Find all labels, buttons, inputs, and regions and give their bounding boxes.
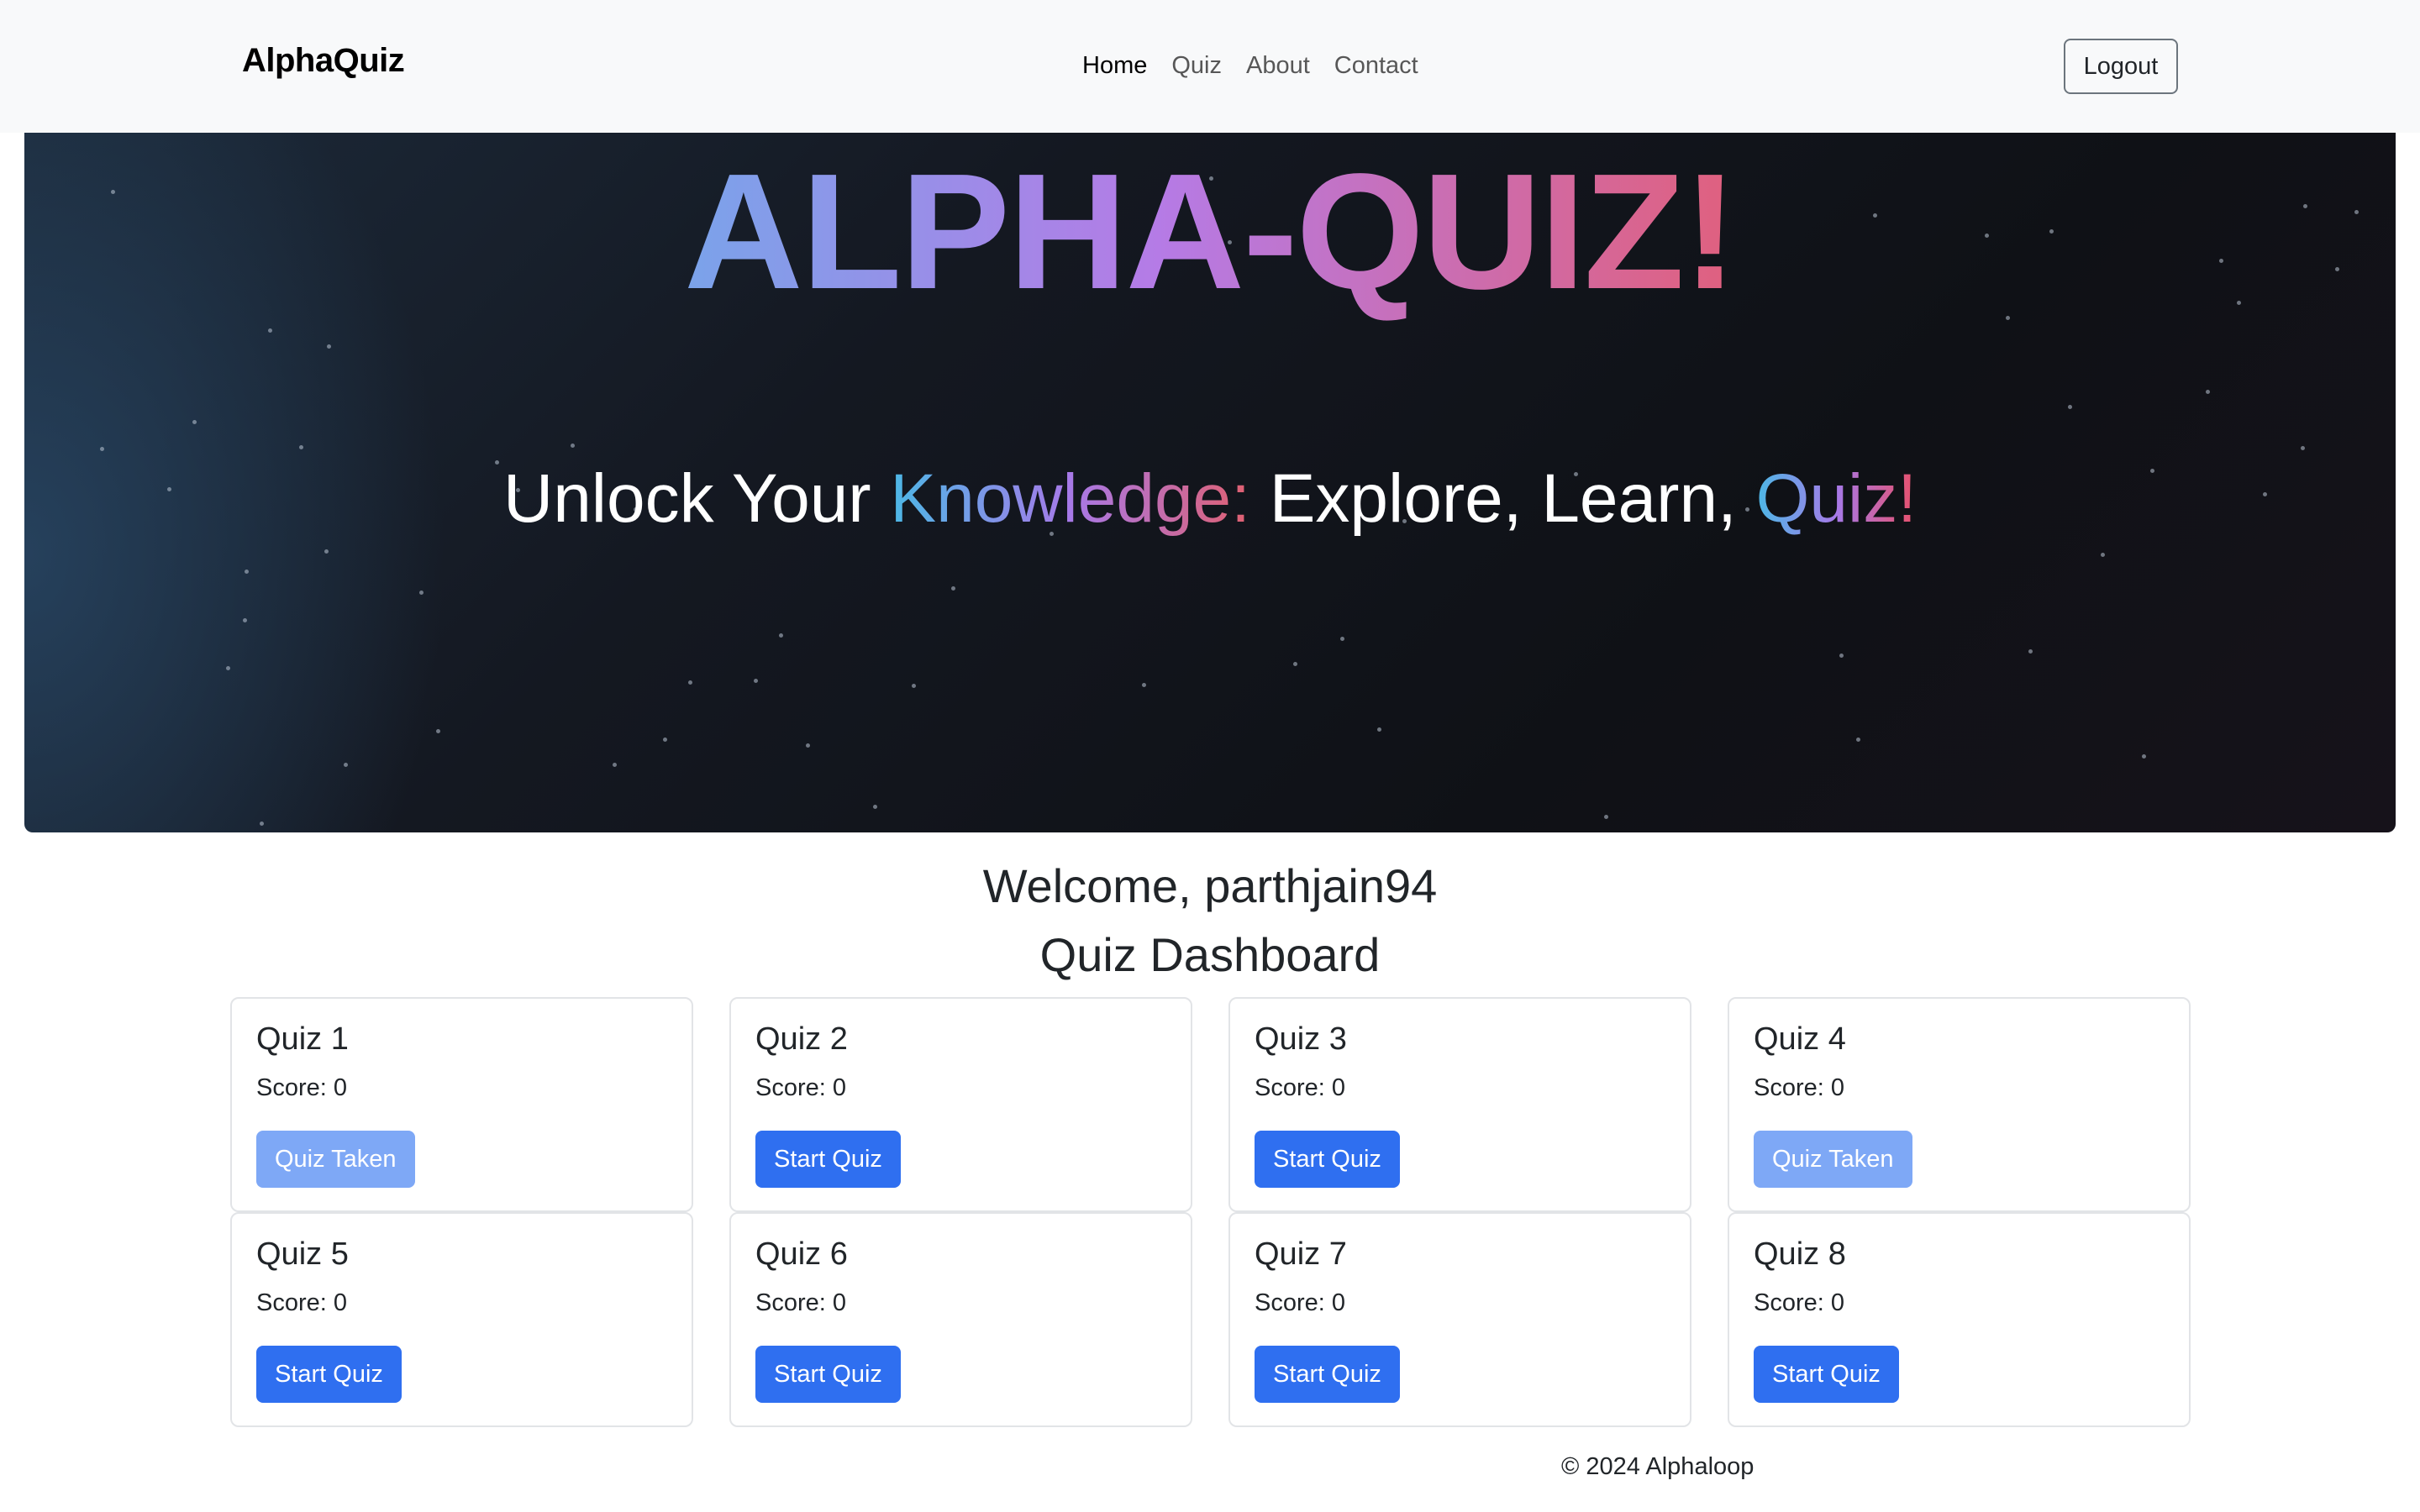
star-dot (1604, 815, 1608, 819)
quiz-card-title: Quiz 5 (256, 1236, 349, 1272)
star-dot (912, 684, 916, 688)
star-dot (2206, 390, 2210, 394)
quiz-card: Quiz 8 Score: 0 Start Quiz (1728, 1212, 2191, 1427)
nav-link-quiz[interactable]: Quiz (1171, 52, 1222, 80)
quiz-card: Quiz 3 Score: 0 Start Quiz (1228, 997, 1691, 1212)
start-quiz-button[interactable]: Start Quiz (1754, 1346, 1899, 1403)
star-dot (1377, 727, 1381, 732)
star-dot (2101, 553, 2105, 557)
quiz-card-score: Score: 0 (1255, 1289, 1345, 1316)
star-dot (873, 805, 877, 809)
quiz-card-score: Score: 0 (256, 1289, 347, 1316)
hero-banner: ALPHA-QUIZ! Unlock Your Knowledge: Explo… (24, 133, 2396, 832)
start-quiz-button[interactable]: Start Quiz (1255, 1131, 1400, 1188)
hero-title: ALPHA-QUIZ! (24, 141, 2396, 323)
start-quiz-button[interactable]: Start Quiz (755, 1346, 901, 1403)
nav-link-contact[interactable]: Contact (1334, 52, 1418, 80)
star-dot (951, 586, 955, 591)
star-dot (344, 763, 348, 767)
star-dot (754, 679, 758, 683)
star-dot (436, 729, 440, 733)
welcome-heading: Welcome, parthjain94 (982, 859, 1438, 912)
nav-link-about[interactable]: About (1246, 52, 1310, 80)
star-dot (2068, 405, 2072, 409)
star-dot (1142, 683, 1146, 687)
footer-copyright: © 2024 Alphaloop (1561, 1453, 1754, 1480)
quiz-taken-button[interactable]: Quiz Taken (256, 1131, 415, 1188)
star-dot (1839, 654, 1844, 658)
quiz-card-title: Quiz 3 (1255, 1021, 1347, 1057)
star-dot (2028, 649, 2033, 654)
star-dot (613, 763, 617, 767)
quiz-card-title: Quiz 2 (755, 1021, 848, 1057)
quiz-card: Quiz 6 Score: 0 Start Quiz (729, 1212, 1192, 1427)
quiz-card-score: Score: 0 (755, 1074, 846, 1101)
quiz-card: Quiz 2 Score: 0 Start Quiz (729, 997, 1192, 1212)
dashboard-title: Quiz Dashboard (1039, 928, 1381, 981)
quiz-card-score: Score: 0 (256, 1074, 347, 1101)
quiz-card-score: Score: 0 (1754, 1289, 1844, 1316)
star-dot (419, 591, 424, 595)
start-quiz-button[interactable]: Start Quiz (755, 1131, 901, 1188)
navbar: AlphaQuiz Home Quiz About Contact Logout (0, 0, 2420, 133)
start-quiz-button[interactable]: Start Quiz (1255, 1346, 1400, 1403)
star-dot (243, 618, 247, 622)
quiz-card-title: Quiz 1 (256, 1021, 349, 1057)
star-dot (2142, 754, 2146, 759)
quiz-card-score: Score: 0 (1754, 1074, 1844, 1101)
quiz-card-title: Quiz 4 (1754, 1021, 1846, 1057)
logout-button[interactable]: Logout (2064, 39, 2178, 94)
star-dot (260, 822, 264, 826)
star-dot (2301, 446, 2305, 450)
hero-subtitle-part3: Explore, Learn, (1249, 460, 1756, 537)
hero-subtitle: Unlock Your Knowledge: Explore, Learn, Q… (24, 465, 2396, 533)
star-dot (779, 633, 783, 638)
brand-logo[interactable]: AlphaQuiz (242, 42, 405, 80)
star-dot (688, 680, 692, 685)
star-dot (324, 549, 329, 554)
quiz-card: Quiz 4 Score: 0 Quiz Taken (1728, 997, 2191, 1212)
quiz-taken-button[interactable]: Quiz Taken (1754, 1131, 1912, 1188)
hero-subtitle-part2: Knowledge: (890, 460, 1250, 537)
star-dot (100, 447, 104, 451)
star-dot (1856, 738, 1860, 742)
star-dot (1293, 662, 1297, 666)
star-dot (226, 666, 230, 670)
star-dot (327, 344, 331, 349)
star-dot (663, 738, 667, 742)
quiz-card: Quiz 1 Score: 0 Quiz Taken (230, 997, 693, 1212)
star-dot (571, 444, 575, 448)
quiz-card-title: Quiz 6 (755, 1236, 848, 1272)
hero-subtitle-part1: Unlock Your (502, 460, 891, 537)
star-dot (245, 570, 249, 574)
hero-title-text: ALPHA-QUIZ! (684, 139, 1738, 323)
star-dot (806, 743, 810, 748)
star-dot (299, 445, 303, 449)
quiz-card-title: Quiz 7 (1255, 1236, 1347, 1272)
nav-links: Home Quiz About Contact (1082, 52, 1418, 80)
quiz-card-score: Score: 0 (755, 1289, 846, 1316)
quiz-card: Quiz 5 Score: 0 Start Quiz (230, 1212, 693, 1427)
start-quiz-button[interactable]: Start Quiz (256, 1346, 402, 1403)
quiz-card-score: Score: 0 (1255, 1074, 1345, 1101)
star-dot (268, 328, 272, 333)
star-dot (1340, 637, 1344, 641)
quiz-card: Quiz 7 Score: 0 Start Quiz (1228, 1212, 1691, 1427)
hero-subtitle-part4: Quiz! (1755, 460, 1918, 537)
star-dot (192, 420, 197, 424)
quiz-card-title: Quiz 8 (1754, 1236, 1846, 1272)
nav-link-home[interactable]: Home (1082, 52, 1147, 80)
